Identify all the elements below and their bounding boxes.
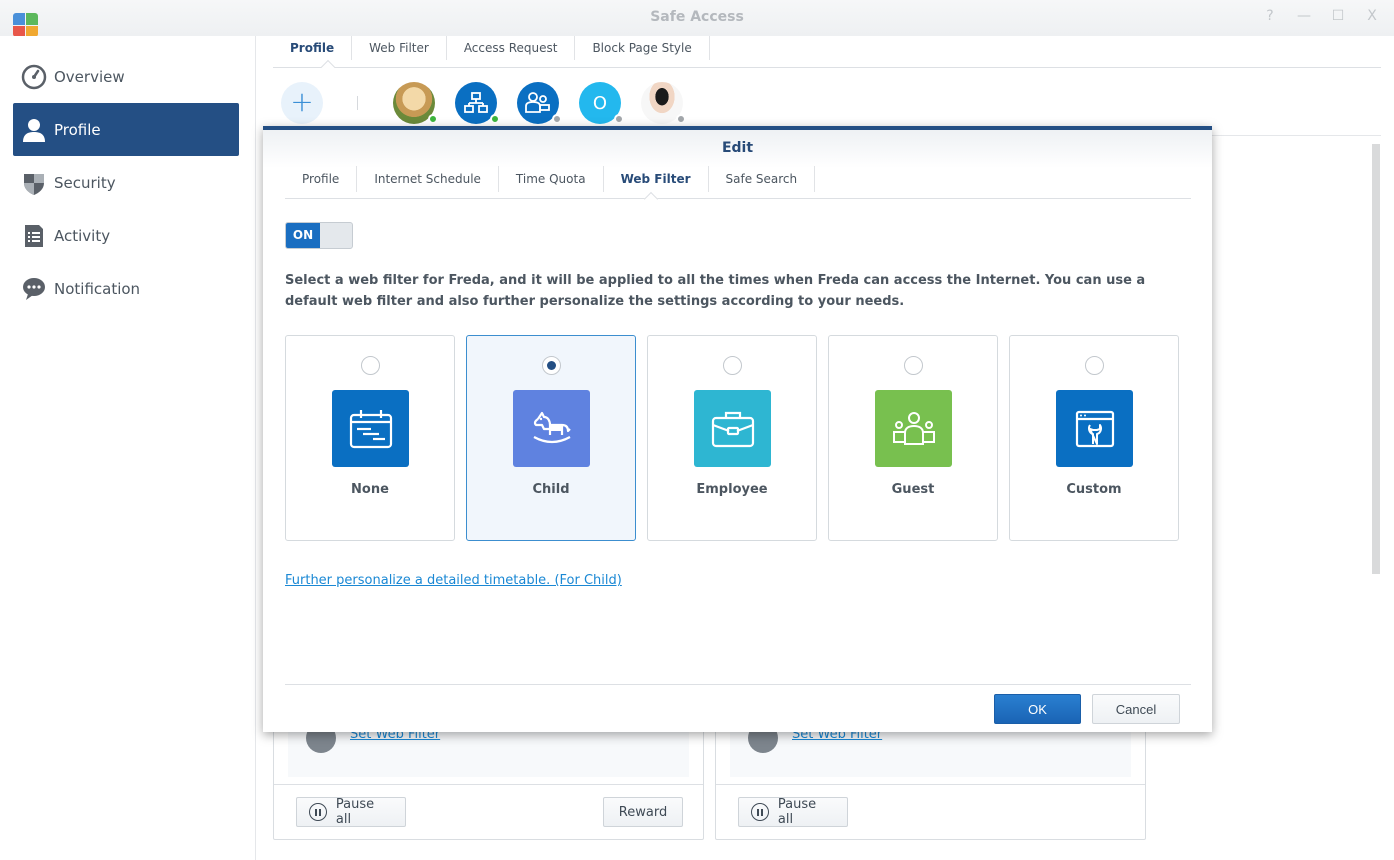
calendar-icon <box>332 390 409 467</box>
scrollbar[interactable] <box>1372 144 1380 574</box>
browser-wrench-icon <box>1056 390 1133 467</box>
help-icon[interactable]: ? <box>1262 8 1278 24</box>
dashboard-gauge-icon <box>21 64 47 90</box>
sidebar-item-activity[interactable]: Activity <box>13 209 239 262</box>
briefcase-icon <box>694 390 771 467</box>
option-label: Custom <box>1066 482 1122 497</box>
sidebar: Overview Profile Security Activity Notif… <box>0 36 256 860</box>
window-titlebar: Safe Access ? — ☐ X <box>0 0 1394 37</box>
online-status-dot <box>428 114 438 124</box>
document-list-icon <box>21 223 47 249</box>
sidebar-item-label: Activity <box>54 226 111 245</box>
pause-all-button[interactable]: Pause all <box>296 797 406 827</box>
maximize-icon[interactable]: ☐ <box>1330 8 1346 24</box>
radio-button[interactable] <box>723 356 742 375</box>
divider <box>357 96 358 110</box>
ok-button[interactable]: OK <box>994 694 1081 724</box>
radio-button[interactable] <box>361 356 380 375</box>
minimize-icon[interactable]: — <box>1296 8 1312 24</box>
profile-card: Set Web Filter Pause all <box>715 716 1146 840</box>
active-tab-indicator <box>643 191 659 207</box>
cancel-button[interactable]: Cancel <box>1092 694 1180 724</box>
filter-option-employee[interactable]: Employee <box>647 335 817 541</box>
radio-button[interactable] <box>1085 356 1104 375</box>
filter-options: None Child Employee Guest Custom <box>285 335 1179 541</box>
radio-button-selected[interactable] <box>542 356 561 375</box>
option-label: Guest <box>891 482 935 497</box>
tab-block-page-style[interactable]: Block Page Style <box>575 36 710 60</box>
user-icon <box>21 117 47 143</box>
tab-access-request[interactable]: Access Request <box>447 36 576 60</box>
group-icon <box>525 92 550 113</box>
people-icon <box>875 390 952 467</box>
filter-option-guest[interactable]: Guest <box>828 335 998 541</box>
profile-card: Set Web Filter Pause all Reward <box>273 716 704 840</box>
sidebar-item-security[interactable]: Security <box>13 156 239 209</box>
profile-avatar-o[interactable]: O <box>579 82 624 124</box>
dialog-title: Edit <box>721 140 754 156</box>
pause-all-button[interactable]: Pause all <box>738 797 848 827</box>
chat-bubble-icon <box>21 276 47 302</box>
profile-avatar-group[interactable] <box>517 82 562 124</box>
sidebar-item-profile[interactable]: Profile <box>13 103 239 156</box>
web-filter-toggle[interactable]: ON <box>285 222 353 249</box>
tab-safe-search[interactable]: Safe Search <box>709 166 816 192</box>
profile-avatar-freda[interactable] <box>393 82 438 124</box>
tab-web-filter[interactable]: Web Filter <box>604 166 709 192</box>
filter-option-custom[interactable]: Custom <box>1009 335 1179 541</box>
web-filter-description: Select a web filter for Freda, and it wi… <box>285 273 1146 309</box>
active-tab-indicator <box>320 59 336 75</box>
filter-option-none[interactable]: None <box>285 335 455 541</box>
sidebar-item-label: Notification <box>54 279 141 298</box>
profile-avatar-photo[interactable] <box>641 82 686 124</box>
shield-icon <box>21 170 47 196</box>
offline-status-dot <box>552 114 562 124</box>
sidebar-item-label: Overview <box>54 67 125 86</box>
close-icon[interactable]: X <box>1364 8 1380 24</box>
offline-status-dot <box>614 114 624 124</box>
network-icon <box>464 92 488 113</box>
reward-button[interactable]: Reward <box>603 797 683 827</box>
add-profile-button[interactable]: + <box>281 82 323 124</box>
toggle-on-label: ON <box>286 223 320 248</box>
option-label: Employee <box>696 482 768 497</box>
online-status-dot <box>490 114 500 124</box>
tab-profile[interactable]: Profile <box>273 36 353 60</box>
tab-profile[interactable]: Profile <box>285 166 358 192</box>
window-title: Safe Access <box>650 9 744 25</box>
main-tabs: Profile Web Filter Access Request Block … <box>273 36 1381 75</box>
sidebar-item-label: Security <box>54 173 116 192</box>
rocking-horse-icon <box>513 390 590 467</box>
avatar-initial: O <box>592 92 608 114</box>
tab-internet-schedule[interactable]: Internet Schedule <box>357 166 499 192</box>
divider <box>285 684 1191 685</box>
sidebar-item-overview[interactable]: Overview <box>13 50 239 103</box>
sidebar-item-notification[interactable]: Notification <box>13 262 239 315</box>
offline-status-dot <box>676 114 686 124</box>
pause-icon <box>751 803 769 821</box>
radio-button[interactable] <box>904 356 923 375</box>
dialog-tabs: Profile Internet Schedule Time Quota Web… <box>285 166 1191 207</box>
option-label: None <box>351 482 389 497</box>
edit-dialog: Edit Profile Internet Schedule Time Quot… <box>263 126 1212 732</box>
filter-option-child[interactable]: Child <box>466 335 636 541</box>
personalize-timetable-link[interactable]: Further personalize a detailed timetable… <box>285 573 622 588</box>
pause-icon <box>309 803 327 821</box>
profile-avatar-network[interactable] <box>455 82 500 124</box>
option-label: Child <box>532 482 570 497</box>
tab-time-quota[interactable]: Time Quota <box>499 166 604 192</box>
sidebar-item-label: Profile <box>54 120 101 139</box>
tab-web-filter[interactable]: Web Filter <box>352 36 447 60</box>
